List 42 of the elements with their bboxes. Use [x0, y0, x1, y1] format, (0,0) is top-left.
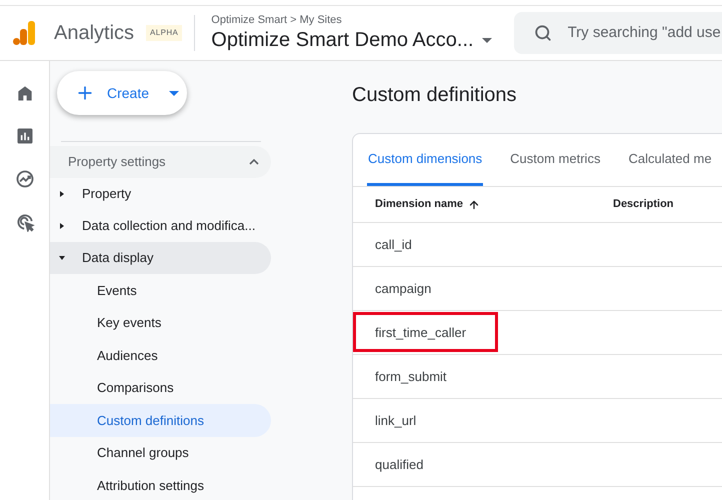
caret-right-icon — [59, 223, 65, 229]
search-input[interactable]: Try searching "add use — [568, 22, 722, 44]
table-cell-text: campaign — [375, 280, 432, 298]
table-cell-text: call_id — [375, 236, 412, 254]
caret-right-icon — [59, 191, 65, 197]
nav-item[interactable]: Data collection and modifica... — [50, 210, 271, 242]
create-button[interactable]: Create — [57, 71, 187, 115]
chevron-up-icon — [249, 159, 259, 165]
dropdown-caret-icon — [169, 90, 180, 96]
tab[interactable]: Custom dimensions — [367, 134, 484, 186]
tab[interactable]: Custom metrics — [509, 134, 602, 186]
table-cell-text: form_submit — [375, 368, 447, 386]
nav-subitem[interactable]: Custom definitions — [50, 404, 271, 436]
target-cursor-icon[interactable] — [14, 212, 34, 232]
nav-subitem[interactable]: Key events — [50, 306, 271, 339]
page-title: Custom definitions — [352, 83, 518, 108]
analytics-logo-icon — [13, 20, 37, 46]
column-header[interactable]: Dimension name — [375, 196, 464, 213]
dropdown-caret-icon — [482, 38, 492, 42]
table-cell-text: link_url — [375, 412, 416, 430]
nav-subitem[interactable]: Attribution settings — [50, 469, 271, 500]
nav-subitem[interactable]: Audiences — [50, 339, 271, 372]
product-name: Analytics — [54, 21, 134, 46]
trend-circle-icon[interactable] — [14, 169, 34, 189]
table-cell-text: first_time_caller — [375, 324, 466, 342]
section-header[interactable]: Property settings — [50, 146, 271, 178]
nav-subitem[interactable]: Comparisons — [50, 372, 271, 404]
bar-chart-icon[interactable] — [14, 126, 34, 146]
nav-subitem[interactable]: Events — [50, 274, 271, 306]
column-header[interactable]: Description — [613, 196, 674, 213]
nav-item[interactable]: Data display — [50, 242, 271, 274]
tab[interactable]: Calculated me — [627, 134, 713, 186]
nav-item[interactable]: Property — [50, 178, 271, 210]
caret-down-icon — [59, 255, 65, 261]
sort-arrow-icon — [468, 198, 480, 210]
table-cell-text: qualified — [375, 456, 424, 474]
search-field[interactable]: Try searching "add use — [514, 12, 722, 54]
account-selector[interactable]: Optimize Smart Demo Acco... — [211, 27, 492, 53]
nav-subitem[interactable]: Channel groups — [50, 436, 271, 469]
search-icon — [534, 24, 552, 42]
alpha-badge: ALPHA — [146, 25, 182, 41]
breadcrumb[interactable]: Optimize Smart > My Sites — [211, 13, 492, 27]
